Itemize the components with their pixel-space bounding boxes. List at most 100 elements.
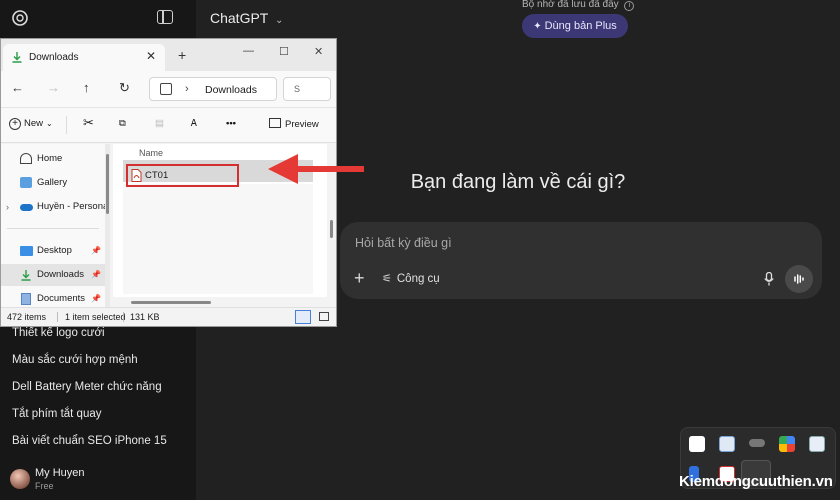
preview-label: Preview: [285, 119, 319, 130]
tiles-view-icon[interactable]: [317, 310, 333, 324]
plus-circle-icon: +: [9, 118, 21, 130]
chat-history-item[interactable]: Bài viết chuẩn SEO iPhone 15: [12, 435, 167, 447]
maximize-icon[interactable]: ☐: [279, 45, 289, 58]
pin-icon[interactable]: 📌: [91, 288, 101, 307]
tab-downloads[interactable]: Downloads ✕: [3, 44, 165, 71]
nav-item-label: Gallery: [37, 177, 68, 188]
sidebar-item-home[interactable]: Home: [1, 148, 105, 170]
divider: [57, 312, 58, 322]
rename-icon[interactable]: Ꭺ: [191, 118, 197, 129]
onedrive-tray-icon[interactable]: [749, 439, 765, 447]
file-list-horizontal-scrollbar[interactable]: [113, 297, 327, 307]
minimize-icon[interactable]: —: [243, 45, 254, 57]
refresh-icon[interactable]: ↻: [119, 81, 130, 95]
tools-label: Công cụ: [396, 273, 440, 285]
chevron-right-icon: ›: [185, 83, 189, 95]
documents-icon: [21, 293, 31, 305]
paste-icon[interactable]: ▤: [155, 118, 164, 129]
close-window-icon[interactable]: ✕: [314, 45, 323, 58]
user-profile[interactable]: My Huyen Free: [0, 460, 196, 500]
memory-notice: Bộ nhớ đã lưu đã đầy i: [522, 0, 635, 11]
microphone-icon[interactable]: [764, 271, 774, 286]
upgrade-plus-button[interactable]: ✦ Dùng bản Plus: [522, 14, 628, 38]
sidebar-item-downloads[interactable]: Downloads 📌: [1, 264, 105, 286]
divider: [66, 116, 67, 134]
add-attachment-icon[interactable]: +: [354, 269, 365, 287]
column-header-name[interactable]: Name: [139, 148, 163, 158]
tiles-view-glyph: [319, 312, 329, 321]
search-input[interactable]: S: [283, 77, 331, 101]
nav-item-label: Desktop: [37, 245, 72, 256]
nav-scrollbar-thumb[interactable]: [106, 154, 109, 214]
user-name: My Huyen: [35, 467, 85, 479]
download-arrow-icon: [12, 52, 22, 63]
chat-history-item[interactable]: Màu sắc cưới hợp mệnh: [12, 354, 138, 366]
tools-button[interactable]: ⚟ Công cụ: [382, 272, 440, 285]
onedrive-cloud-icon: [20, 204, 33, 211]
preview-button[interactable]: Preview: [269, 118, 319, 130]
more-options-icon[interactable]: •••: [226, 118, 236, 129]
model-name: ChatGPT: [210, 10, 269, 26]
nav-scrollbar[interactable]: [105, 144, 110, 307]
desktop-folder-icon: [20, 246, 33, 256]
audio-waveform-icon: [794, 274, 804, 284]
chat-history-item[interactable]: Tắt phím tắt quay: [12, 408, 102, 420]
selection-count: 1 item selected: [65, 312, 126, 322]
drive-tray-icon[interactable]: [809, 436, 825, 452]
scrollbar-thumb[interactable]: [330, 220, 333, 238]
prompt-input[interactable]: Hỏi bất kỳ điều gì: [355, 236, 452, 250]
details-view-icon[interactable]: [295, 310, 311, 324]
colorful-app-tray-icon[interactable]: [779, 436, 795, 452]
copy-icon[interactable]: ⧉: [119, 118, 126, 129]
new-tab-icon[interactable]: +: [178, 48, 186, 62]
pdf-file-icon: [131, 169, 142, 182]
sidebar-item-onedrive[interactable]: › Huyền - Persona: [1, 196, 105, 218]
nav-item-label: Huyền - Persona: [37, 201, 105, 212]
prompt-composer[interactable]: Hỏi bất kỳ điều gì + ⚟ Công cụ: [340, 222, 822, 299]
user-plan: Free: [35, 481, 54, 491]
upgrade-plus-label: Dùng bản Plus: [544, 20, 617, 32]
item-count: 472 items: [7, 312, 47, 322]
file-list-empty-area: [123, 184, 313, 294]
chevron-down-icon: ⌄: [275, 15, 284, 26]
tools-sliders-icon: ⚟: [382, 273, 392, 285]
sidebar-item-documents[interactable]: Documents 📌: [1, 288, 105, 307]
sparkle-icon: ✦: [533, 21, 542, 32]
gallery-icon: [20, 177, 32, 188]
pin-icon[interactable]: 📌: [91, 264, 101, 286]
pin-icon[interactable]: 📌: [91, 240, 101, 262]
chevron-right-icon: ›: [6, 202, 9, 212]
chat-history-item[interactable]: Thiết kế logo cưới: [12, 327, 105, 339]
nav-item-label: Home: [37, 153, 63, 164]
new-button[interactable]: + New ⌄: [9, 118, 53, 130]
back-arrow-icon[interactable]: ←: [11, 81, 24, 95]
forward-arrow-icon[interactable]: →: [47, 81, 60, 95]
explorer-navbar: ← → ↑ ↻ › Downloads S: [1, 71, 336, 107]
sidebar-item-gallery[interactable]: Gallery: [1, 172, 105, 194]
file-name[interactable]: CT01: [145, 170, 168, 181]
openai-logo-icon[interactable]: [10, 8, 30, 28]
divider: [123, 312, 124, 322]
model-selector[interactable]: ChatGPT ⌄: [210, 10, 283, 26]
info-icon[interactable]: i: [624, 1, 635, 11]
status-bar: 472 items 1 item selected 131 KB: [1, 307, 336, 326]
photos-tray-icon[interactable]: [719, 436, 735, 452]
nav-item-label: Downloads: [37, 269, 84, 280]
navigation-pane: Home Gallery › Huyền - Persona Desktop 📌…: [1, 144, 105, 307]
avatar: [10, 469, 30, 489]
watermark: Kiemdongcuuthien.vn: [679, 473, 833, 490]
home-icon: [20, 153, 32, 164]
voice-mode-button[interactable]: [785, 265, 813, 293]
cut-icon[interactable]: ✂: [83, 115, 94, 131]
chat-history-item[interactable]: Dell Battery Meter chức năng: [12, 381, 162, 393]
chrome-tray-icon[interactable]: [689, 436, 705, 452]
explorer-tabstrip: Downloads ✕ + — ☐ ✕: [1, 39, 336, 71]
up-arrow-icon[interactable]: ↑: [83, 81, 90, 95]
close-tab-icon[interactable]: ✕: [146, 49, 156, 63]
scrollbar-thumb[interactable]: [131, 301, 211, 304]
monitor-icon: [160, 83, 172, 95]
file-highlight-box: [126, 164, 239, 187]
sidebar-item-desktop[interactable]: Desktop 📌: [1, 240, 105, 262]
address-bar[interactable]: › Downloads: [149, 77, 277, 101]
sidebar-toggle-icon[interactable]: [157, 10, 173, 24]
